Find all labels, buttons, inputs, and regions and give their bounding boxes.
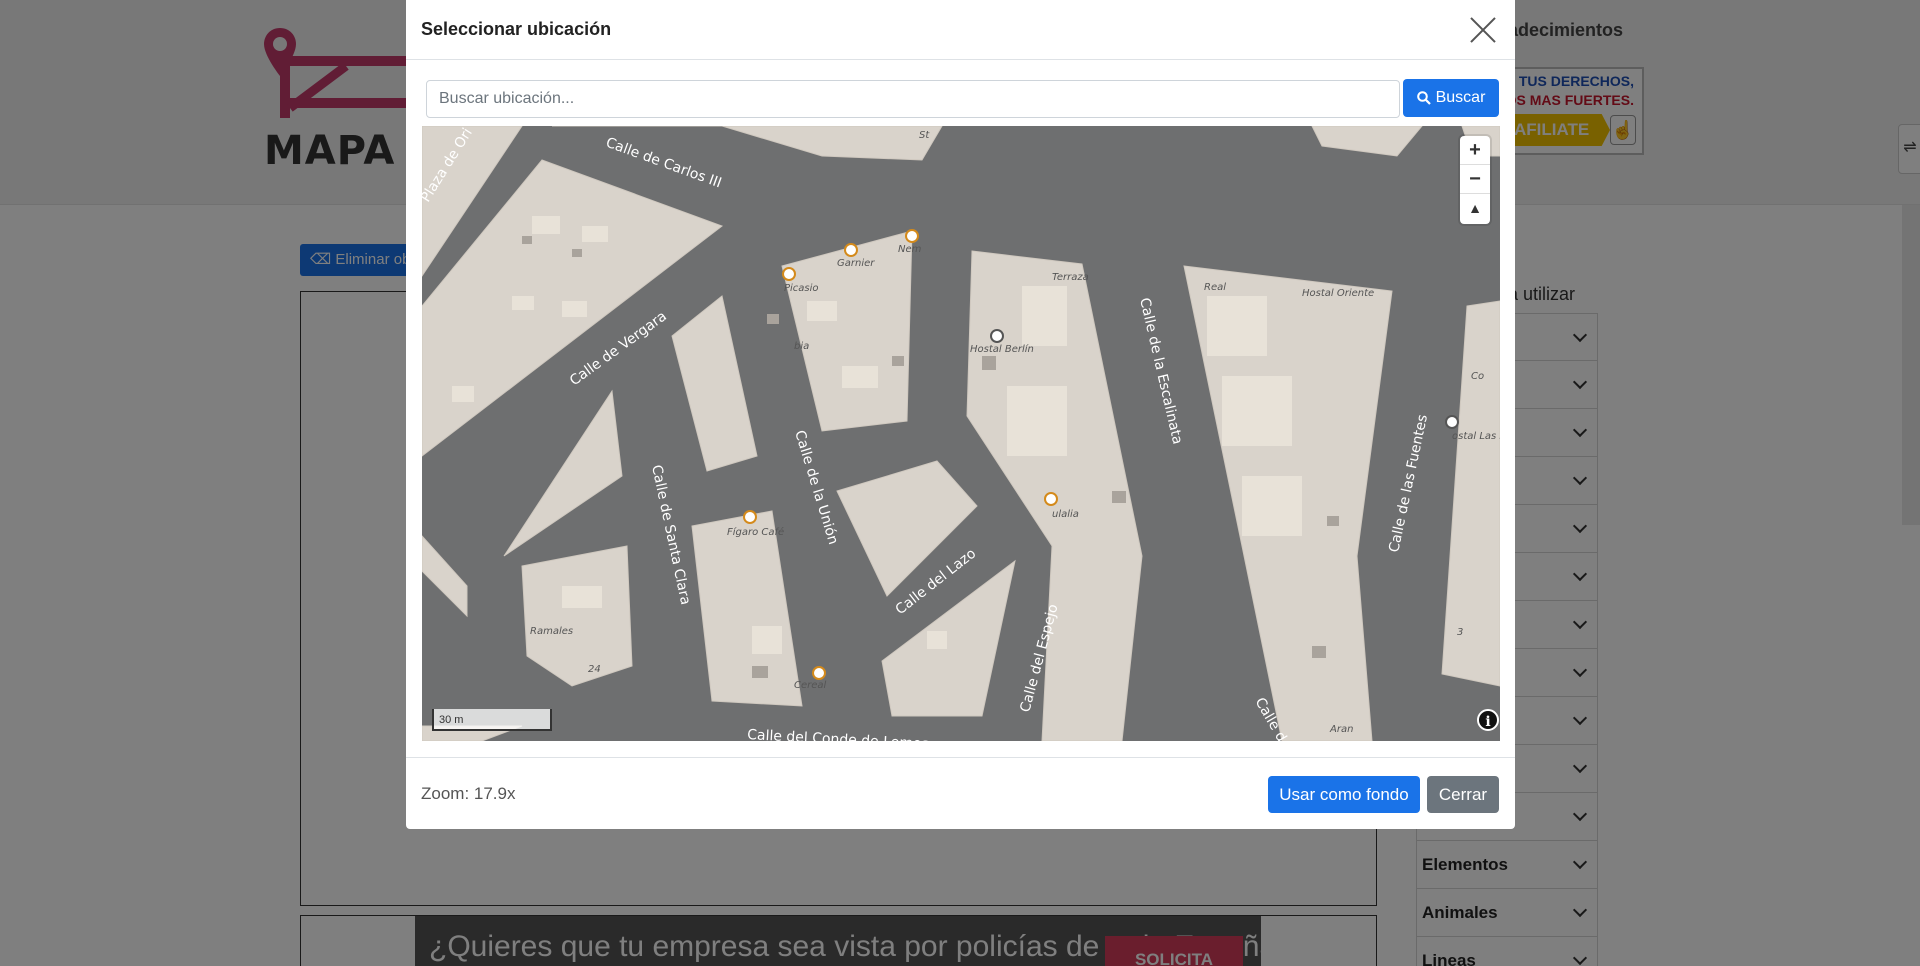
location-search-input[interactable] [426,80,1400,118]
map-view[interactable]: Calle de Carlos III Plaza de Ori Calle d… [422,126,1500,741]
search-button[interactable]: Buscar [1403,79,1499,117]
cafe-marker-icon [844,243,858,257]
cafe-marker-icon [782,267,796,281]
cafe-marker-icon [905,229,919,243]
search-icon [1416,91,1431,105]
cafe-marker-icon [743,510,757,524]
select-location-modal: Seleccionar ubicación Buscar ubicación..… [406,0,1515,829]
map-scale-bar: 30 m [432,709,552,731]
cafe-marker-icon [1044,492,1058,506]
poi-label: Hostal Oriente [1302,288,1374,299]
poi-label: Picasio [784,283,819,294]
poi-label: Co [1471,371,1484,382]
zoom-out-button[interactable]: − [1460,165,1490,194]
poi-label: Aran [1329,724,1353,735]
poi-label: 24 [588,664,601,675]
poi-label: bia [794,341,809,352]
poi-label: Nem [898,244,922,255]
modal-title: Seleccionar ubicación [421,19,612,39]
poi-label: ulalia [1052,509,1079,520]
poi-label: 3 [1457,627,1463,638]
map-zoom-controls: + − ▲ [1460,136,1490,224]
close-button[interactable]: Cerrar [1427,776,1499,813]
modal-header: Seleccionar ubicación [406,0,1515,60]
poi-label: ostal Las Fuente [1452,431,1500,442]
hotel-marker-icon [990,329,1004,343]
zoom-in-button[interactable]: + [1460,136,1490,165]
use-as-background-button[interactable]: Usar como fondo [1268,776,1420,813]
zoom-level-text: Zoom: 17.9x [421,784,516,803]
poi-label: Cereal [794,680,827,691]
info-icon[interactable]: i [1477,709,1499,731]
street-map[interactable]: Calle de Carlos III Plaza de Ori Calle d… [422,126,1500,741]
search-button-label: Buscar [1435,89,1486,106]
poi-label: Real [1204,282,1226,293]
poi-label: Garnier [837,258,875,269]
poi-label: Ramales [530,626,573,637]
modal-footer: Zoom: 17.9x Usar como fondo Cerrar [406,757,1515,829]
cafe-marker-icon [812,666,826,680]
reset-north-button[interactable]: ▲ [1460,194,1490,223]
close-icon[interactable] [1469,16,1497,44]
hotel-marker-icon [1445,415,1459,429]
poi-label: St [919,130,930,141]
poi-label: Terraza [1052,272,1089,283]
poi-label: Fígaro Café [727,526,784,538]
poi-label: Hostal Berlín [970,343,1034,355]
